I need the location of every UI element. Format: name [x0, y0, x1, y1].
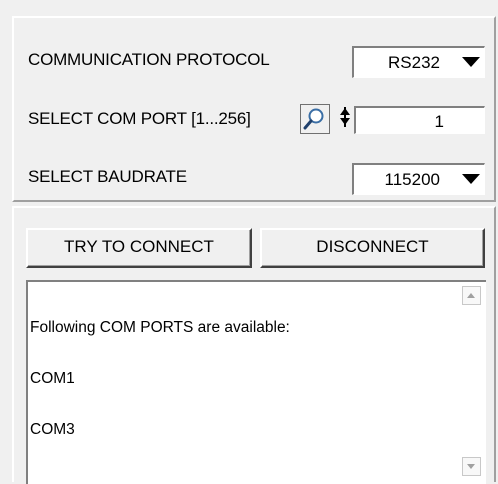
scroll-down-icon	[467, 464, 475, 469]
protocol-dropdown[interactable]: RS232	[352, 46, 485, 78]
com-port-input[interactable]: 1	[354, 106, 485, 134]
spinner-down-icon[interactable]	[340, 118, 350, 125]
baudrate-label: SELECT BAUDRATE	[28, 167, 187, 186]
connection-control-panel: TRY TO CONNECT DISCONNECT Following COM …	[12, 206, 496, 484]
protocol-value: RS232	[388, 53, 440, 72]
baudrate-dropdown[interactable]: 115200	[352, 163, 485, 195]
log-line: Following COM PORTS are available:	[30, 319, 290, 336]
dropdown-arrow-icon	[462, 174, 480, 184]
dropdown-arrow-icon	[462, 57, 480, 67]
baudrate-value: 115200	[384, 170, 440, 189]
try-to-connect-button[interactable]: TRY TO CONNECT	[26, 228, 252, 268]
search-ports-button[interactable]	[300, 104, 330, 134]
scroll-down-button[interactable]	[462, 457, 481, 476]
scroll-up-icon	[467, 293, 475, 298]
com-port-label: SELECT COM PORT [1...256]	[28, 109, 251, 128]
protocol-label: COMMUNICATION PROTOCOL	[28, 50, 270, 69]
com-port-value: 1	[434, 112, 444, 131]
scroll-up-button[interactable]	[462, 286, 481, 305]
connection-settings-panel: COMMUNICATION PROTOCOL RS232 SELECT COM …	[12, 16, 496, 202]
log-line: COM1	[30, 370, 75, 387]
disconnect-button[interactable]: DISCONNECT	[260, 228, 485, 268]
log-lines: Following COM PORTS are available: COM1 …	[30, 285, 290, 472]
log-line: COM3	[30, 421, 75, 438]
com-port-spinner[interactable]	[340, 107, 350, 128]
spinner-up-icon[interactable]	[340, 108, 350, 115]
com-ports-log[interactable]: Following COM PORTS are available: COM1 …	[26, 280, 486, 484]
magnifier-icon	[303, 108, 324, 130]
